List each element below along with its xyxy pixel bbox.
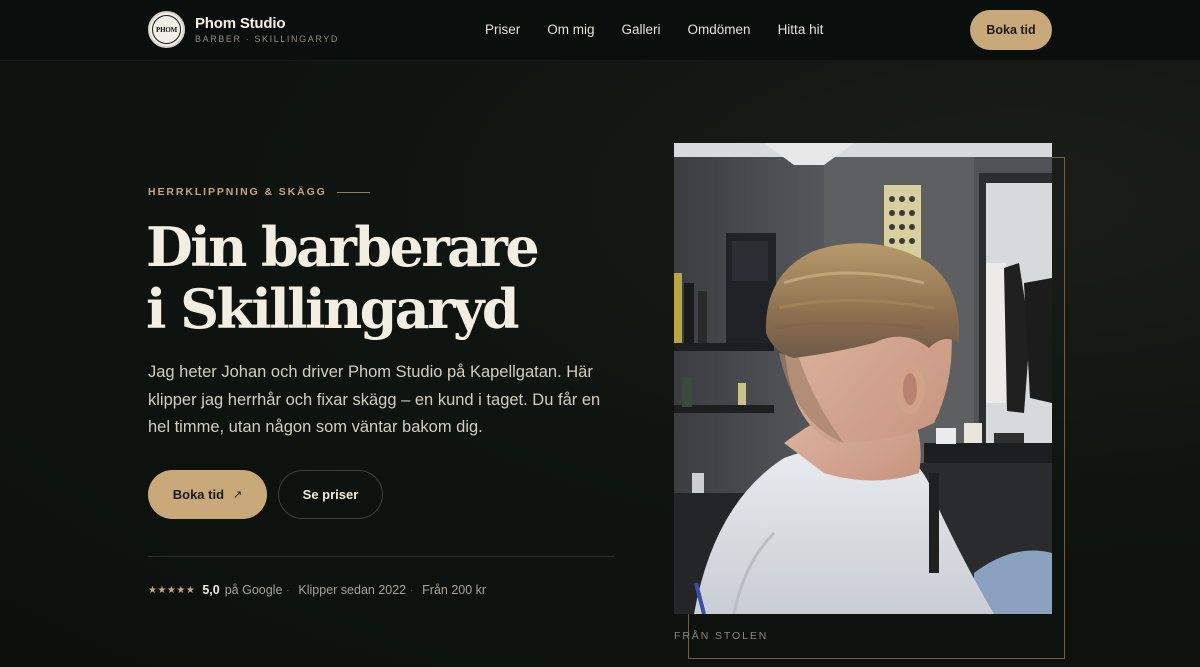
arrow-up-right-icon: ↗ (233, 489, 243, 501)
hero-title-line-1: Din barberare (146, 215, 540, 279)
brand[interactable]: PHOM Phom Studio BARBER · SKILLINGARYD (148, 11, 339, 48)
logo: PHOM (148, 11, 185, 48)
nav-link-omdomen[interactable]: Omdömen (688, 22, 751, 38)
site-header: PHOM Phom Studio BARBER · SKILLINGARYD P… (0, 0, 1200, 61)
brand-name: Phom Studio (195, 15, 286, 32)
logo-mark: PHOM (152, 15, 181, 44)
nav-link-priser[interactable]: Priser (485, 22, 520, 38)
divider (148, 556, 614, 557)
star-rating-icon: ★★★★★ (148, 584, 196, 596)
book-button-label: Boka tid (172, 487, 225, 502)
hero-title: Din barberare i Skillingaryd (146, 216, 616, 340)
photo-caption: FRÅN STOLEN (674, 630, 769, 642)
stat-price-from: Från 200 kr (422, 583, 487, 597)
main-nav: Priser Om mig Galleri Omdömen Hitta hit (485, 22, 823, 38)
barber-photo (674, 143, 1052, 614)
eyebrow-text: HERRKLIPPNING & SKÄGG (148, 186, 327, 198)
stats-row: ★★★★★ 5,0 på Google · Klipper sedan 2022… (148, 583, 486, 597)
hero-eyebrow: HERRKLIPPNING & SKÄGG (148, 186, 370, 198)
brand-text: Phom Studio BARBER · SKILLINGARYD (195, 15, 339, 44)
book-button[interactable]: Boka tid ↗ (148, 470, 267, 519)
hero-title-line-2: i Skillingaryd (146, 277, 520, 341)
rating-source: på Google (224, 583, 283, 597)
nav-link-galleri[interactable]: Galleri (622, 22, 661, 38)
see-prices-button[interactable]: Se priser (278, 470, 383, 519)
eyebrow-line (336, 191, 370, 193)
nav-link-om-mig[interactable]: Om mig (547, 22, 594, 38)
brand-subtitle: BARBER · SKILLINGARYD (195, 34, 339, 44)
separator-dot: · (410, 585, 414, 595)
header-book-button[interactable]: Boka tid (970, 10, 1052, 50)
rating-value: 5,0 (202, 583, 220, 597)
nav-link-hitta-hit[interactable]: Hitta hit (778, 22, 824, 38)
separator-dot: · (286, 585, 290, 595)
hero-lead: Jag heter Johan och driver Phom Studio p… (148, 363, 601, 436)
stat-since: Klipper sedan 2022 (298, 583, 407, 597)
